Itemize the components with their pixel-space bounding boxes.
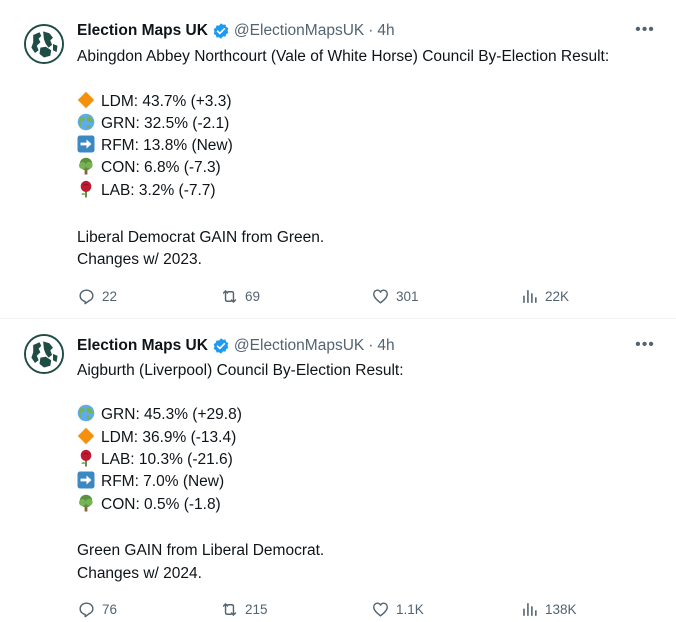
more-options-icon[interactable]: •••	[634, 19, 656, 41]
result-summary: Liberal Democrat GAIN from Green.	[77, 229, 325, 246]
tweet-timestamp[interactable]: 4h	[377, 22, 394, 40]
verified-badge-icon[interactable]	[212, 337, 230, 355]
result-text: CON: 0.5% (-1.8)	[101, 496, 221, 513]
result-line: LDM: 36.9% (-13.4)	[77, 427, 236, 449]
result-line: CON: 0.5% (-1.8)	[77, 494, 221, 516]
globe-icon	[77, 404, 95, 422]
changes-note: Changes w/ 2024.	[77, 565, 202, 582]
reply-button[interactable]: 76	[77, 599, 117, 619]
reply-button[interactable]: 22	[77, 286, 117, 306]
result-line: GRN: 32.5% (-2.1)	[77, 113, 229, 135]
retweet-count: 215	[245, 601, 268, 617]
like-button[interactable]: 1.1K	[371, 599, 424, 619]
avatar[interactable]	[24, 334, 64, 374]
result-line: RFM: 7.0% (New)	[77, 471, 224, 493]
tree-icon	[77, 494, 95, 512]
result-text: GRN: 45.3% (+29.8)	[101, 406, 242, 423]
tweet-header: Election Maps UK @ElectionMapsUK · 4h	[77, 20, 395, 42]
orange-diamond-icon	[77, 427, 95, 445]
reply-count: 76	[102, 601, 118, 617]
heart-icon	[371, 600, 390, 619]
result-text: GRN: 32.5% (-2.1)	[101, 115, 230, 132]
retweet-button[interactable]: 215	[220, 599, 268, 619]
tweet-header: Election Maps UK @ElectionMapsUK · 4h	[77, 335, 395, 357]
views-button[interactable]: 138K	[520, 599, 577, 619]
result-summary: Green GAIN from Liberal Democrat.	[77, 542, 325, 559]
author-name[interactable]: Election Maps UK	[77, 22, 208, 40]
bar-chart-icon	[520, 600, 539, 619]
orange-diamond-icon	[77, 91, 95, 109]
avatar-map-icon	[26, 26, 62, 62]
tweet[interactable]: Election Maps UK @ElectionMapsUK · 4h ••…	[0, 0, 676, 319]
retweet-count: 69	[245, 288, 261, 304]
retweet-button[interactable]: 69	[220, 286, 260, 306]
result-text: RFM: 13.8% (New)	[101, 137, 233, 154]
result-text: LAB: 10.3% (-21.6)	[101, 451, 233, 468]
result-text: LDM: 43.7% (+3.3)	[101, 93, 232, 110]
result-text: RFM: 7.0% (New)	[101, 473, 225, 490]
bar-chart-icon	[520, 287, 539, 306]
separator-dot: ·	[368, 22, 374, 39]
author-handle[interactable]: @ElectionMapsUK	[234, 22, 364, 40]
reply-icon	[77, 287, 96, 306]
more-options-icon[interactable]: •••	[634, 334, 656, 356]
result-line: LAB: 3.2% (-7.7)	[77, 180, 216, 202]
retweet-icon	[220, 600, 239, 619]
verified-badge-icon[interactable]	[212, 22, 230, 40]
tweet-timestamp[interactable]: 4h	[377, 337, 394, 355]
right-arrow-icon	[77, 135, 95, 153]
tweet[interactable]: Election Maps UK @ElectionMapsUK · 4h ••…	[0, 319, 676, 622]
result-line: GRN: 45.3% (+29.8)	[77, 404, 242, 426]
result-line: CON: 6.8% (-7.3)	[77, 157, 221, 179]
result-text: CON: 6.8% (-7.3)	[101, 159, 221, 176]
like-count: 1.1K	[396, 601, 424, 617]
author-name[interactable]: Election Maps UK	[77, 337, 208, 355]
right-arrow-icon	[77, 471, 95, 489]
globe-icon	[77, 113, 95, 131]
avatar[interactable]	[24, 24, 64, 64]
retweet-icon	[220, 287, 239, 306]
heart-icon	[371, 287, 390, 306]
tweet-actions: 76 215 1.1K 138K	[77, 599, 597, 619]
tree-icon	[77, 157, 95, 175]
views-button[interactable]: 22K	[520, 286, 569, 306]
rose-icon	[77, 180, 95, 198]
changes-note: Changes w/ 2023.	[77, 251, 202, 268]
reply-count: 22	[102, 288, 118, 304]
like-count: 301	[396, 288, 419, 304]
view-count: 22K	[545, 288, 570, 304]
tweet-title: Abingdon Abbey Northcourt (Vale of White…	[77, 48, 610, 65]
like-button[interactable]: 301	[371, 286, 419, 306]
result-line: LDM: 43.7% (+3.3)	[77, 91, 232, 113]
view-count: 138K	[545, 601, 577, 617]
rose-icon	[77, 449, 95, 467]
separator-dot: ·	[368, 337, 374, 354]
avatar-map-icon	[26, 336, 62, 372]
tweet-actions: 22 69 301 22K	[77, 286, 597, 306]
reply-icon	[77, 600, 96, 619]
result-text: LAB: 3.2% (-7.7)	[101, 182, 216, 199]
result-line: RFM: 13.8% (New)	[77, 135, 233, 157]
result-line: LAB: 10.3% (-21.6)	[77, 449, 233, 471]
result-text: LDM: 36.9% (-13.4)	[101, 429, 237, 446]
tweet-title: Aigburth (Liverpool) Council By-Election…	[77, 362, 404, 379]
author-handle[interactable]: @ElectionMapsUK	[234, 337, 364, 355]
